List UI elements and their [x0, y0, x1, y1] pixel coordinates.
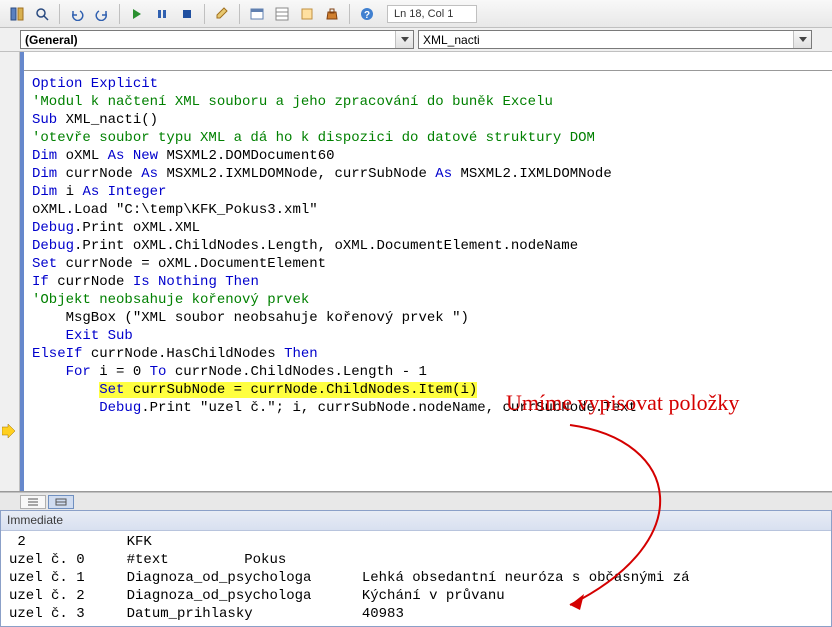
- dropdown-row: (General) XML_nacti: [0, 28, 832, 52]
- code-text: oXML.Load "C:\temp\KFK_Pokus3.xml": [32, 202, 318, 218]
- code-text: MsgBox ("XML soubor neobsahuje kořenový …: [32, 310, 469, 326]
- code-token: Sub: [32, 112, 57, 128]
- toolbox-icon[interactable]: [321, 3, 343, 25]
- code-token: ElseIf: [32, 346, 82, 362]
- code-token: Set: [32, 256, 57, 272]
- code-editor: Option Explicit 'Modul k načtení XML sou…: [0, 52, 832, 492]
- code-token: As: [141, 166, 158, 182]
- code-text: currNode: [49, 274, 133, 290]
- code-text: MSXML2.IXMLDOMNode, currSubNode: [158, 166, 435, 182]
- code-text: .Print oXML.XML: [74, 220, 200, 236]
- code-comment: 'Modul k načtení XML souboru a jeho zpra…: [32, 94, 553, 110]
- help-icon[interactable]: ?: [356, 3, 378, 25]
- code-token: Exit Sub: [66, 328, 133, 344]
- code-area[interactable]: Option Explicit 'Modul k načtení XML sou…: [20, 52, 832, 491]
- pause-icon[interactable]: [151, 3, 173, 25]
- toolbar-separator: [59, 4, 60, 24]
- code-text: currNode.HasChildNodes: [82, 346, 284, 362]
- chevron-down-icon[interactable]: [395, 31, 413, 48]
- immediate-line: uzel č. 1 Diagnoza_od_psychologa Lehká o…: [9, 570, 690, 586]
- code-token: Dim: [32, 166, 57, 182]
- code-text: MSXML2.DOMDocument60: [158, 148, 334, 164]
- code-token: Debug: [99, 400, 141, 416]
- undo-icon[interactable]: [66, 3, 88, 25]
- code-text: i = 0: [91, 364, 150, 380]
- code-text: currNode: [57, 166, 141, 182]
- object-browser-icon[interactable]: [296, 3, 318, 25]
- code-token: Dim: [32, 184, 57, 200]
- object-dropdown-value: (General): [25, 33, 78, 47]
- redo-icon[interactable]: [91, 3, 113, 25]
- run-icon[interactable]: [126, 3, 148, 25]
- code-token: To: [150, 364, 167, 380]
- procedure-dropdown[interactable]: XML_nacti: [418, 30, 812, 49]
- immediate-window: Immediate 2 KFK uzel č. 0 #text Pokus uz…: [0, 510, 832, 627]
- immediate-line: uzel č. 2 Diagnoza_od_psychologa Kýchání…: [9, 588, 505, 604]
- code-token: Option Explicit: [32, 76, 158, 92]
- code-token: As New: [108, 148, 158, 164]
- toolbar-separator: [349, 4, 350, 24]
- immediate-line: 2 KFK: [9, 534, 152, 550]
- code-token: Set: [99, 382, 124, 398]
- toolbar-separator: [239, 4, 240, 24]
- breakpoint-margin[interactable]: [0, 52, 20, 491]
- code-token: Then: [284, 346, 318, 362]
- current-line-arrow-icon: [2, 424, 16, 438]
- code-token: Debug: [32, 220, 74, 236]
- code-text: .Print "uzel č."; i, currSubNode.nodeNam…: [141, 400, 637, 416]
- toolbar: ? Ln 18, Col 1: [0, 0, 832, 28]
- code-text: [32, 364, 66, 380]
- code-token: As: [435, 166, 452, 182]
- code-token: Is Nothing Then: [133, 274, 259, 290]
- code-token: For: [66, 364, 91, 380]
- code-token: Debug: [32, 238, 74, 254]
- object-dropdown[interactable]: (General): [20, 30, 414, 49]
- svg-text:?: ?: [364, 10, 370, 21]
- code-text: .Print oXML.ChildNodes.Length, oXML.Docu…: [74, 238, 578, 254]
- code-comment: 'Objekt neobsahuje kořenový prvek: [32, 292, 309, 308]
- line-column-indicator: Ln 18, Col 1: [387, 5, 477, 23]
- code-text: [32, 382, 99, 398]
- immediate-output[interactable]: 2 KFK uzel č. 0 #text Pokus uzel č. 1 Di…: [1, 531, 831, 626]
- code-text: i: [57, 184, 82, 200]
- code-text: XML_nacti(): [57, 112, 158, 128]
- view-mode-strip: [0, 492, 832, 510]
- code-text: oXML: [57, 148, 107, 164]
- toolbar-separator: [119, 4, 120, 24]
- chevron-down-icon[interactable]: [793, 31, 811, 48]
- code-token: If: [32, 274, 49, 290]
- immediate-window-title: Immediate: [1, 511, 831, 531]
- toolbar-separator: [204, 4, 205, 24]
- project-explorer-icon[interactable]: [246, 3, 268, 25]
- code-comment: 'otevře soubor typu XML a dá ho k dispoz…: [32, 130, 595, 146]
- code-text: [32, 328, 66, 344]
- tool-references-icon[interactable]: [6, 3, 28, 25]
- code-text: currNode.ChildNodes.Length - 1: [166, 364, 426, 380]
- code-text: currSubNode = currNode.ChildNodes.Item(i…: [124, 382, 477, 398]
- immediate-line: uzel č. 3 Datum_prihlasky 40983: [9, 606, 404, 622]
- code-text: MSXML2.IXMLDOMNode: [452, 166, 612, 182]
- stop-icon[interactable]: [176, 3, 198, 25]
- properties-icon[interactable]: [271, 3, 293, 25]
- procedure-dropdown-value: XML_nacti: [423, 33, 480, 47]
- immediate-line: uzel č. 0 #text Pokus: [9, 552, 286, 568]
- full-module-view-button[interactable]: [48, 495, 74, 509]
- tool-find-icon[interactable]: [31, 3, 53, 25]
- code-token: Dim: [32, 148, 57, 164]
- design-mode-icon[interactable]: [211, 3, 233, 25]
- code-token: As Integer: [82, 184, 166, 200]
- procedure-view-button[interactable]: [20, 495, 46, 509]
- code-text: [32, 400, 99, 416]
- code-text: currNode = oXML.DocumentElement: [57, 256, 326, 272]
